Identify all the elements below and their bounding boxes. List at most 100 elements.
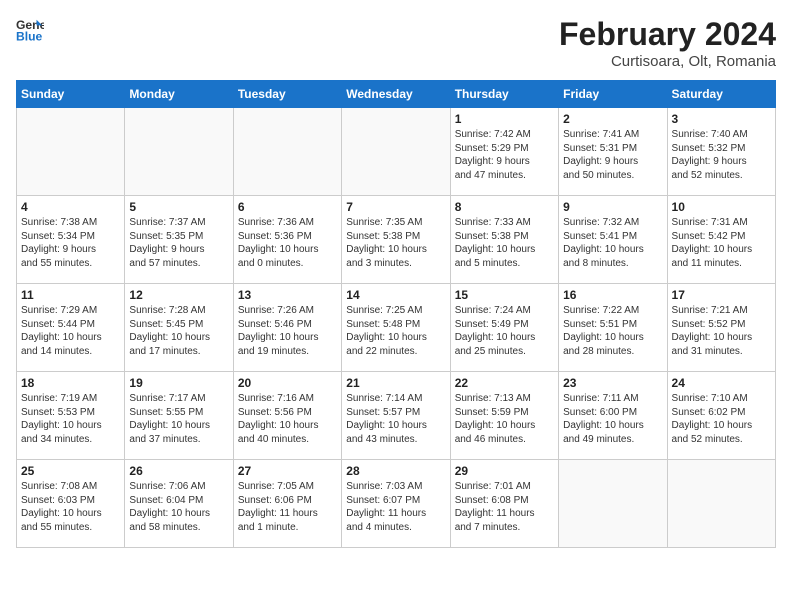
- cell-content: Sunrise: 7:41 AMSunset: 5:31 PMDaylight:…: [563, 128, 662, 182]
- calendar-cell: 9 Sunrise: 7:32 AMSunset: 5:41 PMDaylight…: [559, 196, 667, 284]
- calendar-cell: 13 Sunrise: 7:26 AMSunset: 5:46 PMDayligh…: [233, 284, 341, 372]
- cell-content: Sunrise: 7:33 AMSunset: 5:38 PMDaylight:…: [455, 216, 554, 270]
- cell-content: Sunrise: 7:26 AMSunset: 5:46 PMDaylight:…: [238, 304, 337, 358]
- cell-content: Sunrise: 7:40 AMSunset: 5:32 PMDaylight:…: [672, 128, 771, 182]
- calendar-cell: 18 Sunrise: 7:19 AMSunset: 5:53 PMDayligh…: [17, 372, 125, 460]
- cell-content: Sunrise: 7:16 AMSunset: 5:56 PMDaylight:…: [238, 392, 337, 446]
- day-number: 5: [129, 200, 228, 214]
- calendar-cell: 14Sunrise: 7:25 AMSunset: 5:48 PMDayligh…: [342, 284, 450, 372]
- logo-icon: General Blue: [16, 16, 44, 44]
- cell-content: Sunrise: 7:25 AMSunset: 5:48 PMDaylight:…: [346, 304, 445, 358]
- calendar-cell: 25 Sunrise: 7:08 AMSunset: 6:03 PMDayligh…: [17, 460, 125, 548]
- day-number: 19: [129, 376, 228, 390]
- day-number: 29: [455, 464, 554, 478]
- cell-content: Sunrise: 7:08 AMSunset: 6:03 PMDaylight:…: [21, 480, 120, 534]
- day-number: 15: [455, 288, 554, 302]
- day-number: 11: [21, 288, 120, 302]
- calendar-cell: [559, 460, 667, 548]
- calendar-cell: 3 Sunrise: 7:40 AMSunset: 5:32 PMDaylight…: [667, 108, 775, 196]
- calendar-cell: 7Sunrise: 7:35 AMSunset: 5:38 PMDaylight…: [342, 196, 450, 284]
- calendar-header: SundayMondayTuesdayWednesdayThursdayFrid…: [17, 81, 776, 108]
- header: General Blue February 2024 Curtisoara, O…: [16, 16, 776, 70]
- day-number: 4: [21, 200, 120, 214]
- calendar-cell: 17 Sunrise: 7:21 AMSunset: 5:52 PMDayligh…: [667, 284, 775, 372]
- calendar-cell: [125, 108, 233, 196]
- weekday-header-friday: Friday: [559, 81, 667, 108]
- day-number: 25: [21, 464, 120, 478]
- cell-content: Sunrise: 7:11 AMSunset: 6:00 PMDaylight:…: [563, 392, 662, 446]
- calendar-cell: 26 Sunrise: 7:06 AMSunset: 6:04 PMDayligh…: [125, 460, 233, 548]
- calendar-cell: 6 Sunrise: 7:36 AMSunset: 5:36 PMDaylight…: [233, 196, 341, 284]
- day-number: 17: [672, 288, 771, 302]
- cell-content: Sunrise: 7:13 AMSunset: 5:59 PMDaylight:…: [455, 392, 554, 446]
- day-number: 20: [238, 376, 337, 390]
- day-number: 21: [346, 376, 445, 390]
- calendar-week-2: 11 Sunrise: 7:29 AMSunset: 5:44 PMDayligh…: [17, 284, 776, 372]
- day-number: 10: [672, 200, 771, 214]
- svg-text:Blue: Blue: [16, 29, 43, 43]
- day-number: 12: [129, 288, 228, 302]
- weekday-header-tuesday: Tuesday: [233, 81, 341, 108]
- cell-content: Sunrise: 7:31 AMSunset: 5:42 PMDaylight:…: [672, 216, 771, 270]
- calendar-cell: [667, 460, 775, 548]
- calendar-cell: [342, 108, 450, 196]
- weekday-header-monday: Monday: [125, 81, 233, 108]
- calendar-cell: 29 Sunrise: 7:01 AMSunset: 6:08 PMDayligh…: [450, 460, 558, 548]
- day-number: 27: [238, 464, 337, 478]
- calendar-cell: 4 Sunrise: 7:38 AMSunset: 5:34 PMDaylight…: [17, 196, 125, 284]
- day-number: 22: [455, 376, 554, 390]
- day-number: 8: [455, 200, 554, 214]
- cell-content: Sunrise: 7:36 AMSunset: 5:36 PMDaylight:…: [238, 216, 337, 270]
- cell-content: Sunrise: 7:19 AMSunset: 5:53 PMDaylight:…: [21, 392, 120, 446]
- calendar-cell: [17, 108, 125, 196]
- calendar-cell: 15 Sunrise: 7:24 AMSunset: 5:49 PMDayligh…: [450, 284, 558, 372]
- calendar-cell: 5 Sunrise: 7:37 AMSunset: 5:35 PMDaylight…: [125, 196, 233, 284]
- calendar-week-1: 4 Sunrise: 7:38 AMSunset: 5:34 PMDaylight…: [17, 196, 776, 284]
- cell-content: Sunrise: 7:10 AMSunset: 6:02 PMDaylight:…: [672, 392, 771, 446]
- weekday-row: SundayMondayTuesdayWednesdayThursdayFrid…: [17, 81, 776, 108]
- calendar-cell: 19 Sunrise: 7:17 AMSunset: 5:55 PMDayligh…: [125, 372, 233, 460]
- cell-content: Sunrise: 7:01 AMSunset: 6:08 PMDaylight:…: [455, 480, 554, 534]
- calendar-cell: 23Sunrise: 7:11 AMSunset: 6:00 PMDayligh…: [559, 372, 667, 460]
- location-subtitle: Curtisoara, Olt, Romania: [559, 53, 776, 70]
- day-number: 16: [563, 288, 662, 302]
- calendar-cell: 27 Sunrise: 7:05 AMSunset: 6:06 PMDayligh…: [233, 460, 341, 548]
- calendar-cell: 22 Sunrise: 7:13 AMSunset: 5:59 PMDayligh…: [450, 372, 558, 460]
- cell-content: Sunrise: 7:42 AMSunset: 5:29 PMDaylight:…: [455, 128, 554, 182]
- cell-content: Sunrise: 7:14 AMSunset: 5:57 PMDaylight:…: [346, 392, 445, 446]
- weekday-header-thursday: Thursday: [450, 81, 558, 108]
- weekday-header-sunday: Sunday: [17, 81, 125, 108]
- cell-content: Sunrise: 7:24 AMSunset: 5:49 PMDaylight:…: [455, 304, 554, 358]
- calendar-cell: 16 Sunrise: 7:22 AMSunset: 5:51 PMDayligh…: [559, 284, 667, 372]
- calendar-table: SundayMondayTuesdayWednesdayThursdayFrid…: [16, 80, 776, 548]
- calendar-cell: [233, 108, 341, 196]
- cell-content: Sunrise: 7:35 AMSunset: 5:38 PMDaylight:…: [346, 216, 445, 270]
- day-number: 6: [238, 200, 337, 214]
- cell-content: Sunrise: 7:22 AMSunset: 5:51 PMDaylight:…: [563, 304, 662, 358]
- calendar-cell: 8 Sunrise: 7:33 AMSunset: 5:38 PMDaylight…: [450, 196, 558, 284]
- cell-content: Sunrise: 7:32 AMSunset: 5:41 PMDaylight:…: [563, 216, 662, 270]
- day-number: 24: [672, 376, 771, 390]
- month-title: February 2024: [559, 16, 776, 53]
- cell-content: Sunrise: 7:29 AMSunset: 5:44 PMDaylight:…: [21, 304, 120, 358]
- cell-content: Sunrise: 7:17 AMSunset: 5:55 PMDaylight:…: [129, 392, 228, 446]
- cell-content: Sunrise: 7:21 AMSunset: 5:52 PMDaylight:…: [672, 304, 771, 358]
- day-number: 13: [238, 288, 337, 302]
- calendar-cell: 2Sunrise: 7:41 AMSunset: 5:31 PMDaylight…: [559, 108, 667, 196]
- cell-content: Sunrise: 7:38 AMSunset: 5:34 PMDaylight:…: [21, 216, 120, 270]
- calendar-week-3: 18 Sunrise: 7:19 AMSunset: 5:53 PMDayligh…: [17, 372, 776, 460]
- calendar-cell: 12Sunrise: 7:28 AMSunset: 5:45 PMDayligh…: [125, 284, 233, 372]
- day-number: 28: [346, 464, 445, 478]
- cell-content: Sunrise: 7:37 AMSunset: 5:35 PMDaylight:…: [129, 216, 228, 270]
- day-number: 26: [129, 464, 228, 478]
- day-number: 18: [21, 376, 120, 390]
- day-number: 9: [563, 200, 662, 214]
- cell-content: Sunrise: 7:03 AMSunset: 6:07 PMDaylight:…: [346, 480, 445, 534]
- cell-content: Sunrise: 7:05 AMSunset: 6:06 PMDaylight:…: [238, 480, 337, 534]
- cell-content: Sunrise: 7:06 AMSunset: 6:04 PMDaylight:…: [129, 480, 228, 534]
- weekday-header-saturday: Saturday: [667, 81, 775, 108]
- day-number: 3: [672, 112, 771, 126]
- title-area: February 2024 Curtisoara, Olt, Romania: [559, 16, 776, 70]
- calendar-cell: 11 Sunrise: 7:29 AMSunset: 5:44 PMDayligh…: [17, 284, 125, 372]
- calendar-body: 1Sunrise: 7:42 AMSunset: 5:29 PMDaylight…: [17, 108, 776, 548]
